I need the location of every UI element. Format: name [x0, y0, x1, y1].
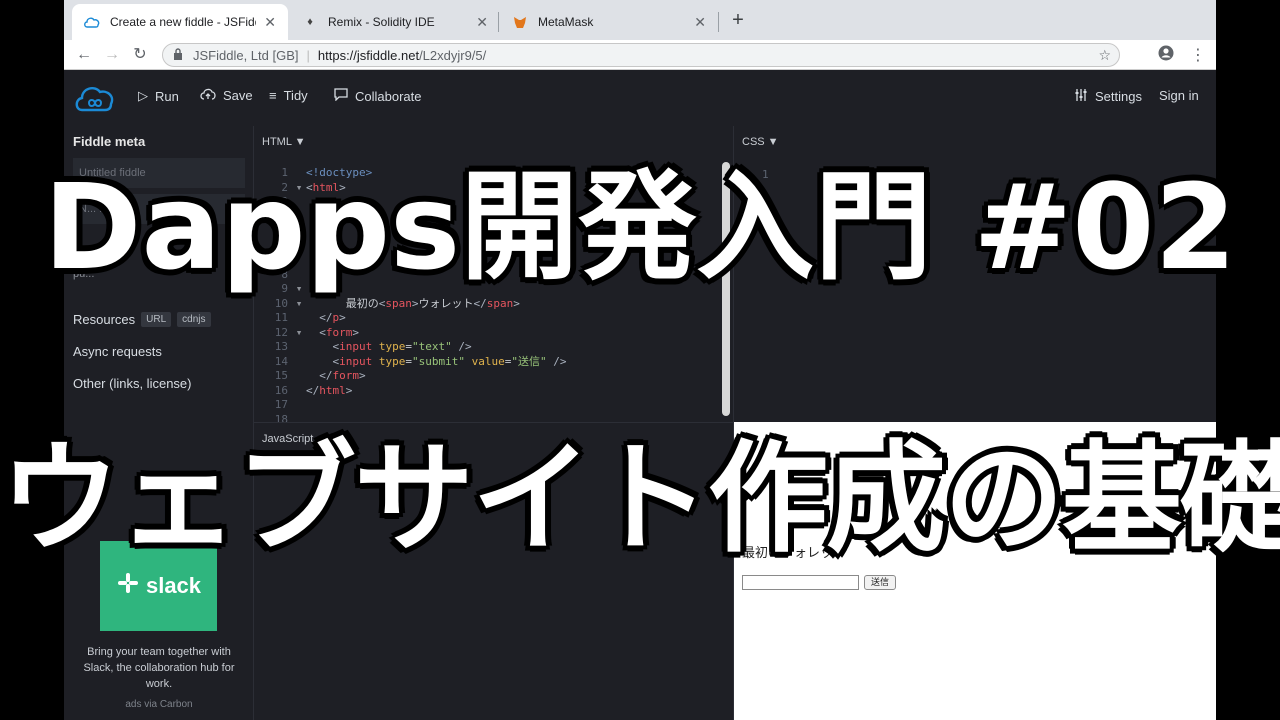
run-button[interactable]: ▷ Run [138, 88, 179, 104]
cloud-upload-icon [200, 88, 216, 103]
bookmark-star-icon[interactable]: ☆ [1098, 47, 1111, 64]
result-submit-button[interactable]: 送信 [864, 575, 897, 590]
video-title-line1: Dapps開発入門 #02 [43, 158, 1237, 296]
tab-title: Remix - Solidity IDE [328, 15, 435, 29]
tab-title: MetaMask [538, 15, 594, 29]
omnibox-divider: | [306, 47, 310, 63]
tab-metamask[interactable]: MetaMask ✕ [500, 4, 718, 40]
url-host: https://jsfiddle.net [317, 47, 420, 63]
menu-kebab-icon[interactable]: ⋮ [1190, 45, 1206, 65]
ad-copy[interactable]: Bring your team together with Slack, the… [76, 644, 242, 692]
sign-in-label: Sign in [1159, 88, 1199, 103]
back-arrow-icon[interactable]: ← [74, 45, 94, 65]
screen-frame: Create a new fiddle - JSFiddle ✕ ♦ Remix… [64, 0, 1216, 720]
code-line: 11 </p> [274, 311, 346, 324]
forward-arrow-icon[interactable]: → [102, 45, 122, 65]
code-line: 10 ▾ 最初の<span>ウォレット</span> [274, 296, 520, 310]
sidebar-item-resources[interactable]: Resources URL cdnjs [73, 312, 211, 327]
browser-tabstrip: Create a new fiddle - JSFiddle ✕ ♦ Remix… [64, 0, 1216, 40]
lock-icon [173, 47, 185, 63]
jsfiddle-logo-icon[interactable] [74, 82, 114, 114]
tab-divider [498, 12, 499, 32]
close-icon[interactable]: ✕ [476, 14, 488, 31]
url-path: /L2xdyjr9/5/ [419, 47, 487, 63]
jsfiddle-header: ▷ Run Save ≡ Tidy Collaborate Settings S… [64, 70, 1216, 126]
site-organization: JSFiddle, Ltd [GB] [193, 47, 299, 63]
close-icon[interactable]: ✕ [264, 14, 276, 31]
tidy-label: Tidy [283, 88, 308, 103]
code-line: 13 <input type="text" /> [274, 340, 472, 353]
save-button[interactable]: Save [200, 88, 253, 103]
save-label: Save [223, 88, 253, 103]
html-panel-label[interactable]: HTML ▼ [262, 136, 305, 148]
badge-cdnjs[interactable]: cdnjs [177, 312, 211, 327]
badge-url[interactable]: URL [141, 312, 172, 327]
slack-logo-icon [116, 571, 140, 601]
tab-divider [718, 12, 719, 32]
tab-remix[interactable]: ♦ Remix - Solidity IDE ✕ [290, 4, 500, 40]
ad-attribution[interactable]: ads via Carbon [64, 699, 254, 710]
slack-brand-text: slack [145, 573, 202, 598]
settings-label: Settings [1095, 89, 1142, 104]
tab-jsfiddle[interactable]: Create a new fiddle - JSFiddle ✕ [72, 4, 288, 40]
sign-in-link[interactable]: Sign in [1159, 88, 1199, 103]
code-line: 15 </form> [274, 369, 366, 382]
lines-icon: ≡ [269, 88, 277, 103]
sidebar-title: Fiddle meta [73, 134, 146, 149]
sliders-icon [1074, 88, 1088, 105]
sidebar-item-async[interactable]: Async requests [73, 344, 162, 359]
collaborate-label: Collaborate [355, 88, 422, 104]
address-bar[interactable]: JSFiddle, Ltd [GB] | https://jsfiddle.ne… [162, 43, 1120, 67]
jsfiddle-icon [84, 14, 100, 30]
tidy-button[interactable]: ≡ Tidy [269, 88, 308, 103]
metamask-fox-icon [512, 14, 528, 30]
resources-label: Resources [73, 312, 136, 327]
browser-toolbar: ← → ↻ JSFiddle, Ltd [GB] | https://jsfid… [64, 40, 1216, 70]
chat-bubble-icon [334, 88, 348, 104]
remix-icon: ♦ [307, 16, 313, 28]
reload-icon[interactable]: ↻ [130, 45, 150, 65]
run-label: Run [155, 88, 179, 104]
collaborate-button[interactable]: Collaborate [334, 88, 422, 104]
play-icon: ▷ [138, 88, 148, 103]
video-title-line2: ウェブサイト作成の基礎 [0, 430, 1280, 569]
code-line: 12 ▾ <form> [274, 325, 359, 339]
sidebar-item-other[interactable]: Other (links, license) [73, 376, 191, 391]
code-line: 17 [274, 398, 288, 411]
close-icon[interactable]: ✕ [694, 14, 706, 31]
code-line: 14 <input type="submit" value="送信" /> [274, 354, 567, 368]
css-panel-label[interactable]: CSS ▼ [742, 136, 779, 148]
new-tab-button[interactable]: + [728, 10, 748, 30]
settings-button[interactable]: Settings [1074, 88, 1142, 105]
profile-icon[interactable] [1158, 45, 1174, 66]
result-text-input[interactable] [742, 575, 859, 590]
tab-title: Create a new fiddle - JSFiddle [110, 15, 257, 29]
code-line: 16 </html> [274, 383, 353, 397]
